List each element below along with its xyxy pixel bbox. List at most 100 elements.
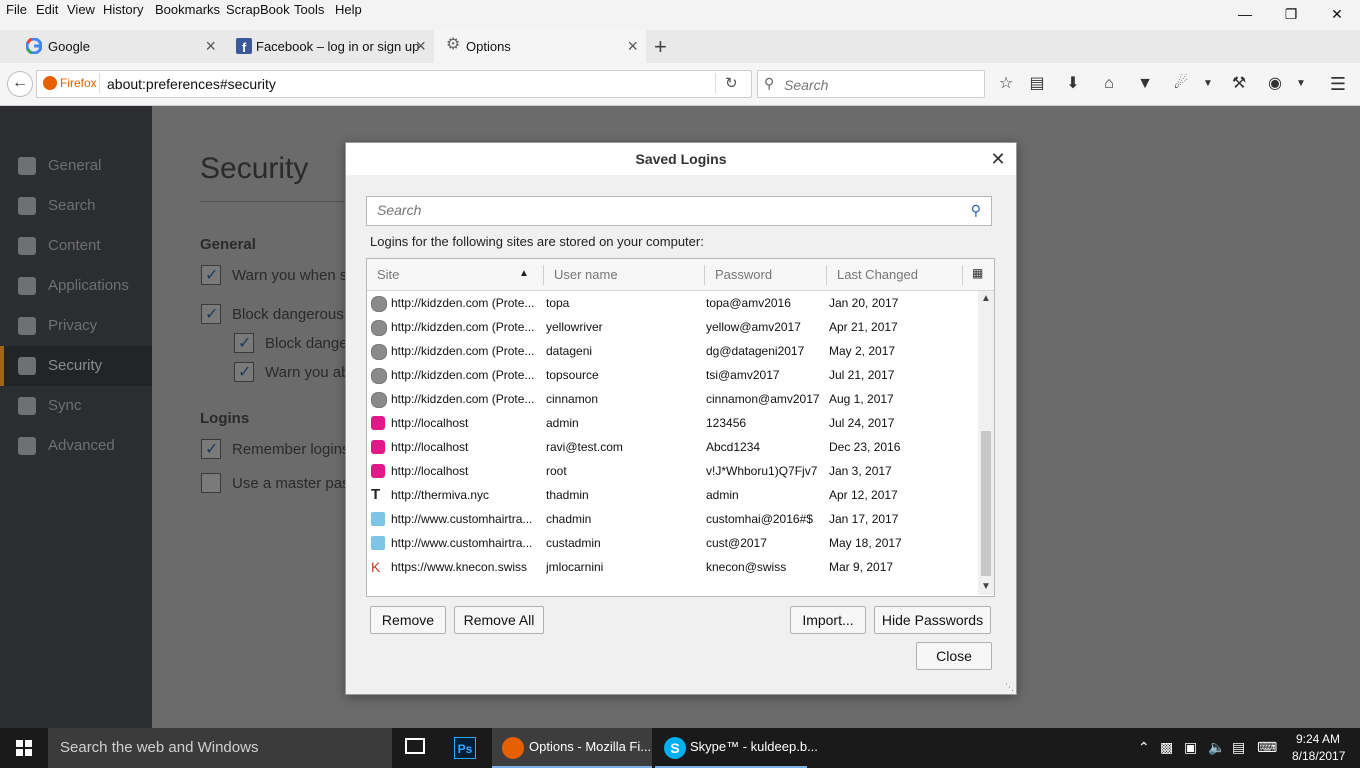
column-last-changed[interactable]: Last Changed — [837, 267, 918, 282]
remove-button[interactable]: Remove — [370, 606, 446, 634]
scroll-down-icon[interactable]: ▼ — [978, 579, 994, 595]
close-window-icon[interactable]: ✕ — [1314, 0, 1360, 28]
taskbar-search[interactable]: Search the web and Windows — [48, 728, 392, 768]
sidebar-item-privacy[interactable]: Privacy — [0, 306, 152, 346]
cell-user: topsource — [546, 368, 599, 382]
table-row[interactable]: http://www.customhairtra... custadmin cust… — [367, 531, 977, 555]
menu-history[interactable]: History — [103, 2, 143, 17]
new-tab-icon[interactable]: + — [654, 34, 667, 60]
extension-icon[interactable]: ☄ — [1170, 73, 1192, 95]
taskbar-app-firefox[interactable]: Options - Mozilla Fi... — [492, 728, 652, 768]
reload-icon[interactable]: ↻ — [725, 74, 738, 92]
scroll-up-icon[interactable]: ▲ — [978, 291, 994, 307]
tab-options[interactable]: ⚙ Options × — [434, 30, 646, 63]
scrollbar-thumb[interactable] — [981, 431, 991, 576]
url-divider — [715, 73, 716, 93]
photoshop-icon[interactable]: Ps — [454, 737, 476, 759]
table-row[interactable]: Thttp://thermiva.nyc thadmin admin Apr 12, … — [367, 483, 977, 507]
home-icon[interactable]: ⌂ — [1098, 73, 1120, 95]
sidebar-item-advanced[interactable]: Advanced — [0, 426, 152, 466]
hide-passwords-button[interactable]: Hide Passwords — [874, 606, 991, 634]
sidebar-item-security[interactable]: Security — [0, 346, 152, 386]
column-username[interactable]: User name — [554, 267, 618, 282]
dropdown-arrow-icon[interactable]: ▼ — [1197, 73, 1219, 95]
close-icon[interactable]: ✕ — [986, 147, 1010, 171]
tab-google[interactable]: Google × — [14, 30, 224, 63]
bookmark-star-icon[interactable]: ☆ — [995, 73, 1017, 95]
table-scrollbar[interactable]: ▲ ▼ — [978, 291, 994, 595]
cell-site: https://www.knecon.swiss — [391, 560, 528, 574]
menu-scrapbook[interactable]: ScrapBook — [226, 2, 290, 17]
resize-grip-icon[interactable]: ⋱ — [1005, 682, 1014, 693]
close-tab-icon[interactable]: × — [205, 36, 216, 57]
table-row[interactable]: http://kidzden.com (Prote... yellowriver y… — [367, 315, 977, 339]
sidebar-item-applications[interactable]: Applications — [0, 266, 152, 306]
hamburger-menu-icon[interactable]: ☰ — [1327, 73, 1349, 95]
block-sub-checkbox[interactable] — [234, 333, 254, 353]
url-text[interactable]: about:preferences#security — [107, 76, 276, 92]
close-button[interactable]: Close — [916, 642, 992, 670]
logins-search-field[interactable]: ⚲ — [366, 196, 992, 226]
menu-file[interactable]: File — [6, 2, 27, 17]
menu-edit[interactable]: Edit — [36, 2, 58, 17]
table-row[interactable]: http://localhost root v!J*Whboru1)Q7Fjv7 Ja… — [367, 459, 977, 483]
search-bar[interactable]: ⚲ Search — [757, 70, 985, 98]
remember-logins-checkbox[interactable] — [201, 439, 221, 459]
master-password-checkbox[interactable] — [201, 473, 221, 493]
minimize-icon[interactable]: — — [1222, 0, 1268, 28]
search-icon — [18, 197, 36, 215]
url-bar[interactable]: Firefox about:preferences#security ↻ — [36, 70, 752, 98]
back-icon[interactable]: ← — [7, 71, 33, 97]
app-tray-icon[interactable]: ▩ — [1160, 739, 1173, 756]
column-divider — [962, 265, 963, 285]
remove-all-button[interactable]: Remove All — [454, 606, 544, 634]
column-password[interactable]: Password — [715, 267, 772, 282]
warn-checkbox[interactable] — [201, 265, 221, 285]
sidebar-item-sync[interactable]: Sync — [0, 386, 152, 426]
network-icon[interactable]: ▣ — [1184, 739, 1197, 756]
site-favicon-icon — [371, 440, 385, 454]
volume-icon[interactable]: 🔈 — [1208, 739, 1225, 756]
sidebar-item-content[interactable]: Content — [0, 226, 152, 266]
menu-bookmarks[interactable]: Bookmarks — [155, 2, 220, 17]
column-site[interactable]: Site — [377, 267, 399, 282]
menu-help[interactable]: Help — [335, 2, 362, 17]
close-tab-icon[interactable]: × — [415, 36, 426, 57]
site-favicon-icon — [371, 416, 385, 430]
tab-facebook[interactable]: f Facebook – log in or sign up × — [224, 30, 434, 63]
addon-icon[interactable]: ◉ — [1264, 73, 1286, 95]
menu-tools[interactable]: Tools — [294, 2, 324, 17]
keyboard-icon[interactable]: ⌨ — [1257, 739, 1277, 756]
table-row[interactable]: http://kidzden.com (Prote... datageni dg@d… — [367, 339, 977, 363]
table-row[interactable]: http://kidzden.com (Prote... topa topa@amv… — [367, 291, 977, 315]
import-button[interactable]: Import... — [790, 606, 866, 634]
column-picker-icon[interactable]: ▦ — [972, 266, 983, 280]
close-tab-icon[interactable]: × — [627, 36, 638, 57]
bookmarks-list-icon[interactable]: ▤ — [1026, 73, 1048, 95]
download-icon[interactable]: ⬇ — [1062, 73, 1084, 95]
table-row[interactable]: http://localhost admin 123456 Jul 24, 2017 — [367, 411, 977, 435]
table-row[interactable]: http://localhost ravi@test.com Abcd1234 Dec… — [367, 435, 977, 459]
sidebar-item-general[interactable]: General — [0, 146, 152, 186]
taskbar-app-skype[interactable]: S Skype™ - kuldeep.b... — [655, 728, 818, 768]
cell-pass: admin — [706, 488, 739, 502]
taskbar-app-label: Skype™ - kuldeep.b... — [690, 739, 818, 754]
tool-icon[interactable]: ⚒ — [1228, 73, 1250, 95]
table-row[interactable]: http://kidzden.com (Prote... topsource tsi… — [367, 363, 977, 387]
warn-sub-checkbox[interactable] — [234, 362, 254, 382]
show-hidden-icons-icon[interactable]: ⌃ — [1138, 739, 1150, 756]
pocket-icon[interactable]: ▼ — [1134, 73, 1156, 95]
dropdown-arrow-icon[interactable]: ▼ — [1290, 73, 1312, 95]
block-dangerous-checkbox[interactable] — [201, 304, 221, 324]
table-row[interactable]: Khttps://www.knecon.swiss jmlocarnini knec… — [367, 555, 977, 579]
windows-start-icon[interactable] — [16, 740, 32, 756]
table-row[interactable]: http://www.customhairtra... chadmin custom… — [367, 507, 977, 531]
task-view-icon[interactable] — [405, 738, 425, 754]
sidebar-item-search[interactable]: Search — [0, 186, 152, 226]
notifications-icon[interactable]: ▤ — [1232, 739, 1245, 756]
site-favicon-icon — [371, 320, 387, 336]
menu-view[interactable]: View — [67, 2, 95, 17]
restore-icon[interactable]: ❐ — [1268, 0, 1314, 28]
table-row[interactable]: http://kidzden.com (Prote... cinnamon cinn… — [367, 387, 977, 411]
logins-search-input[interactable] — [367, 197, 972, 223]
